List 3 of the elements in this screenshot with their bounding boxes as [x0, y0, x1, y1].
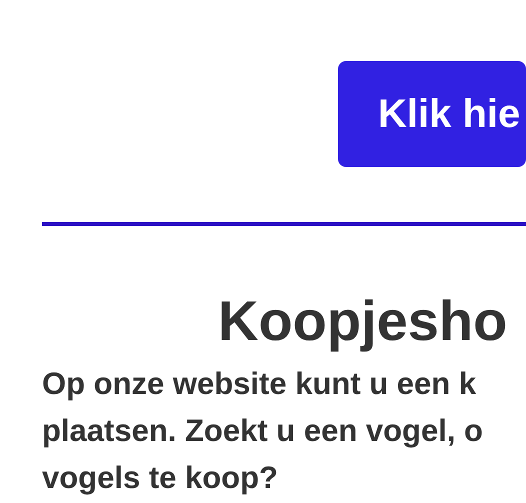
action-button[interactable]: Klik hie: [338, 61, 526, 167]
page-heading: Koopjesho: [218, 288, 508, 354]
intro-paragraph: Op onze website kunt u een k plaatsen. Zoekt u een vogel, o vogels te koop?: [42, 365, 484, 497]
